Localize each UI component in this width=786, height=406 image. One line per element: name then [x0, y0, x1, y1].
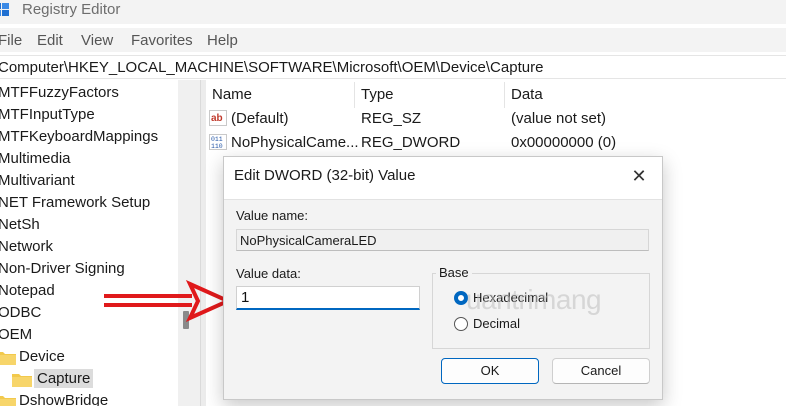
column-header-data[interactable]: Data [511, 86, 543, 103]
edit-dword-dialog: Edit DWORD (32-bit) Value ✕ Value name: … [223, 156, 663, 400]
value-row[interactable]: 011 110 NoPhysicalCame... REG_DWORD 0x00… [206, 132, 786, 154]
menu-view[interactable]: View [81, 32, 113, 49]
decimal-label[interactable]: Decimal [473, 316, 520, 331]
svg-text:ab: ab [211, 113, 223, 124]
column-header-name[interactable]: Name [212, 86, 252, 103]
tree-item-dshowbridge[interactable]: DshowBridge [0, 390, 178, 406]
decimal-radio[interactable] [454, 317, 468, 331]
tree-item-label: ODBC [0, 304, 42, 321]
tree-scrollbar[interactable] [178, 80, 200, 406]
menu-favorites[interactable]: Favorites [131, 32, 193, 49]
tree-item-label: MTFFuzzyFactors [0, 84, 119, 101]
tree-item-label: DshowBridge [19, 392, 109, 406]
tree-item-device[interactable]: Device [0, 346, 178, 368]
menu-help[interactable]: Help [207, 32, 238, 49]
tree-item-label: Capture [34, 369, 94, 388]
menu-edit[interactable]: Edit [37, 32, 63, 49]
base-label: Base [436, 265, 472, 280]
binary-value-icon: 011 110 [209, 134, 227, 150]
address-path: Computer\HKEY_LOCAL_MACHINE\SOFTWARE\Mic… [0, 59, 544, 76]
value-type: REG_DWORD [361, 134, 461, 151]
title-bar: Registry Editor [0, 0, 786, 24]
dialog-body: Value name: NoPhysicalCameraLED Value da… [224, 199, 662, 399]
folder-icon [0, 396, 16, 406]
tree-item-label: Network [0, 238, 54, 255]
tree-item-label: Non-Driver Signing [0, 260, 125, 277]
value-row[interactable]: ab (Default) REG_SZ (value not set) [206, 108, 786, 130]
cancel-button[interactable]: Cancel [552, 358, 650, 384]
value-data-label: Value data: [236, 266, 301, 281]
tree-item-label: MTFInputType [0, 106, 95, 123]
svg-text:110: 110 [211, 143, 223, 150]
ok-button[interactable]: OK [441, 358, 539, 384]
tree-item-label: NET Framework Setup [0, 194, 151, 211]
svg-text:011: 011 [211, 136, 223, 143]
tree-item-label: Multimedia [0, 150, 71, 167]
column-header-type[interactable]: Type [361, 86, 394, 103]
column-divider[interactable] [504, 82, 505, 108]
value-data: (value not set) [511, 110, 607, 127]
tree-item-label: Notepad [0, 282, 55, 299]
column-divider[interactable] [354, 82, 355, 108]
tree-item-label: Device [19, 348, 65, 365]
value-type: REG_SZ [361, 110, 422, 127]
tree-item-label: OEM [0, 326, 33, 343]
dialog-title: Edit DWORD (32-bit) Value [234, 167, 416, 184]
value-name-field: NoPhysicalCameraLED [236, 229, 649, 251]
close-icon[interactable]: ✕ [624, 162, 654, 190]
tree-item-label: Multivariant [0, 172, 75, 189]
value-name: (Default) [231, 110, 289, 127]
value-data: 0x00000000 (0) [511, 134, 617, 151]
red-arrow-icon [104, 280, 232, 322]
string-value-icon: ab [209, 110, 227, 126]
tree-item-label: MTFKeyboardMappings [0, 128, 159, 145]
menu-file[interactable]: File [0, 32, 22, 49]
registry-editor-icon [0, 3, 9, 16]
address-bar[interactable]: Computer\HKEY_LOCAL_MACHINE\SOFTWARE\Mic… [0, 55, 786, 79]
menu-bar: File Edit View Favorites Help [0, 28, 786, 52]
watermark: uantrimang [466, 284, 602, 315]
value-name: NoPhysicalCame... [231, 134, 359, 151]
tree-item-label: NetSh [0, 216, 40, 233]
folder-icon [12, 374, 32, 387]
value-data-input[interactable] [236, 286, 420, 310]
value-name-label: Value name: [236, 208, 309, 223]
key-tree: MTFFuzzyFactors MTFInputType MTFKeyboard… [0, 80, 178, 406]
folder-icon [0, 352, 16, 365]
tree-item-capture[interactable]: Capture [0, 368, 178, 390]
window-title: Registry Editor [22, 1, 121, 18]
